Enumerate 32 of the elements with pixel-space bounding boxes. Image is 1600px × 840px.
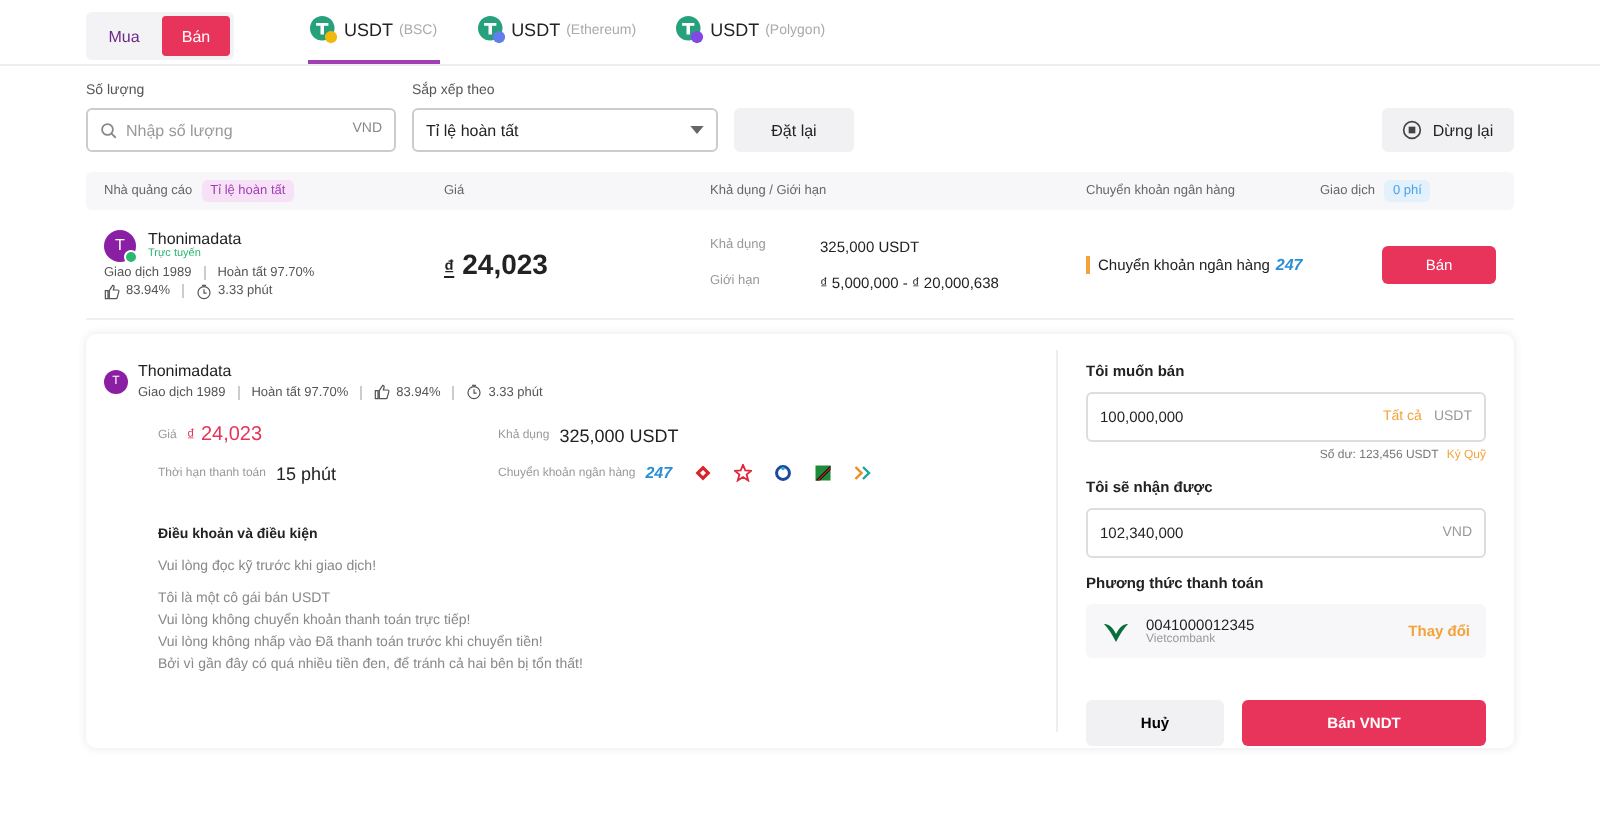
clock-icon (466, 384, 483, 400)
logo-text: 247 (1275, 255, 1303, 273)
stop-button[interactable]: Dừng lại (1382, 108, 1514, 152)
star-logo-icon (734, 464, 753, 482)
price-text: 24,023 (200, 424, 263, 446)
v-logo-icon (1102, 619, 1130, 643)
ring-logo-icon (774, 464, 793, 482)
stop-icon (1402, 120, 1423, 140)
reset-button[interactable]: Đặt lại (734, 108, 854, 152)
diamond-logo-icon (694, 464, 713, 482)
available-amount: 325,000 USDT (559, 425, 679, 445)
currency-symbol: ₫ (186, 426, 195, 444)
caret-icon (690, 126, 704, 134)
square-logo-icon (814, 464, 833, 482)
clock-icon (196, 283, 213, 299)
thumbs-up-icon (374, 384, 391, 400)
sort-dropdown[interactable]: Tỉ lệ hoàn tất (412, 108, 718, 152)
trade-side-tab[interactable]: Bán (162, 16, 230, 56)
advertiser-name: Thonimadata (138, 362, 234, 380)
search-icon (100, 121, 118, 139)
price-text: 24,023 (462, 248, 548, 280)
trade-side-tab[interactable]: Mua (90, 16, 158, 56)
thumbs-up-icon (104, 283, 120, 299)
avatar: T (104, 229, 136, 261)
coin-icon (310, 16, 338, 44)
logo-text: 247 (645, 464, 673, 482)
chevron-logo-icon (854, 464, 873, 482)
advertiser-name[interactable]: Thonimadata (148, 230, 242, 248)
currency-symbol: ₫ (444, 258, 455, 280)
coin-icon (676, 16, 705, 44)
payment-time: 15 phút (275, 463, 337, 483)
coin-icon (477, 16, 506, 44)
